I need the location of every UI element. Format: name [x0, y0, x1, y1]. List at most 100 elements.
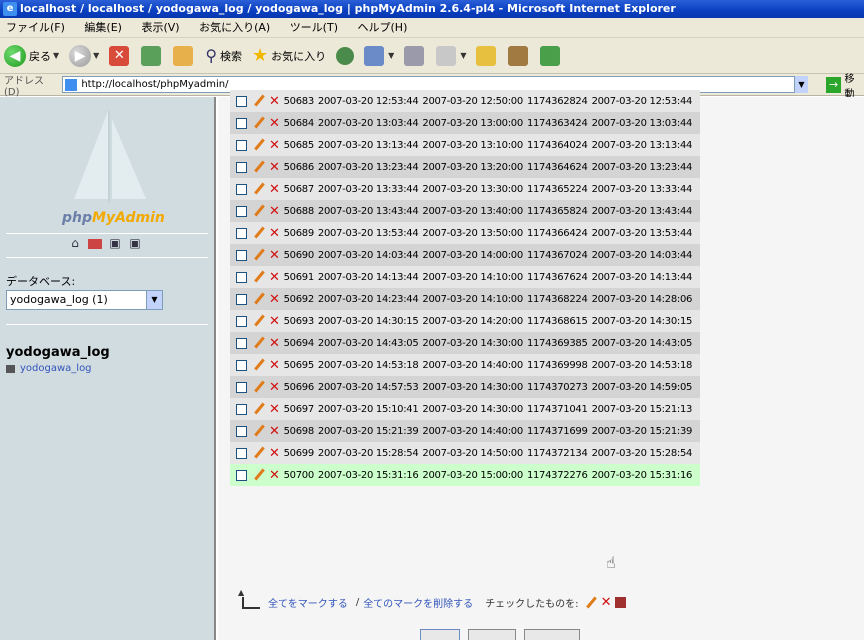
row-checkbox[interactable] [236, 271, 247, 283]
row-checkbox[interactable] [236, 469, 247, 481]
button[interactable] [524, 629, 580, 640]
menu-help[interactable]: ヘルプ(H) [358, 21, 408, 34]
menu-view[interactable]: 表示(V) [141, 21, 179, 34]
edit-pencil-icon[interactable] [253, 249, 265, 261]
uncheck-all-link[interactable]: 全てのマークを削除する [363, 595, 473, 610]
delete-icon[interactable]: ✕ [269, 116, 280, 131]
menu-favorites[interactable]: お気に入り(A) [199, 21, 270, 34]
table-row[interactable]: ✕ 50687 2007-03-20 13:33:44 2007-03-20 13:3… [230, 178, 701, 200]
history-button[interactable] [336, 46, 355, 65]
stop-button[interactable]: ✕ [109, 45, 131, 66]
button[interactable] [468, 629, 516, 640]
print-button[interactable] [404, 45, 426, 66]
menu-file[interactable]: ファイル(F) [6, 21, 65, 34]
edit-pencil-icon[interactable] [253, 403, 265, 415]
table-row[interactable]: ✕ 50684 2007-03-20 13:03:44 2007-03-20 13:0… [230, 112, 701, 134]
row-checkbox[interactable] [236, 337, 247, 349]
table-row[interactable]: ✕ 50685 2007-03-20 13:13:44 2007-03-20 13:1… [230, 134, 701, 156]
delete-icon[interactable]: ✕ [269, 468, 280, 483]
edit-button[interactable]: ▼ [436, 45, 466, 66]
edit-selected-icon[interactable] [585, 597, 597, 609]
delete-icon[interactable]: ✕ [269, 314, 280, 329]
delete-icon[interactable]: ✕ [269, 424, 280, 439]
search-button[interactable]: ⚲ 検索 [205, 46, 242, 65]
edit-pencil-icon[interactable] [253, 271, 265, 283]
table-row[interactable]: ✕ 50694 2007-03-20 14:43:05 2007-03-20 14:3… [230, 332, 701, 354]
table-row[interactable]: ✕ 50697 2007-03-20 15:10:41 2007-03-20 14:3… [230, 398, 701, 420]
edit-pencil-icon[interactable] [253, 425, 265, 437]
delete-icon[interactable]: ✕ [269, 292, 280, 307]
delete-icon[interactable]: ✕ [269, 270, 280, 285]
database-select[interactable]: yodogawa_log (1) ▼ [6, 290, 163, 310]
home-icon[interactable]: ⌂ [68, 237, 82, 250]
menu-tools[interactable]: ツール(T) [290, 21, 338, 34]
row-checkbox[interactable] [236, 183, 247, 195]
row-checkbox[interactable] [236, 447, 247, 459]
table-row[interactable]: ✕ 50696 2007-03-20 14:57:53 2007-03-20 14:3… [230, 376, 701, 398]
row-checkbox[interactable] [236, 425, 247, 437]
delete-icon[interactable]: ✕ [269, 182, 280, 197]
edit-pencil-icon[interactable] [253, 117, 265, 129]
delete-icon[interactable]: ✕ [269, 160, 280, 175]
delete-icon[interactable]: ✕ [269, 204, 280, 219]
database-name-link[interactable]: yodogawa_log [6, 345, 110, 360]
edit-pencil-icon[interactable] [253, 227, 265, 239]
favorites-button[interactable]: ★ お気に入り [252, 45, 326, 66]
edit-pencil-icon[interactable] [253, 337, 265, 349]
edit-pencil-icon[interactable] [253, 139, 265, 151]
folder-button[interactable] [476, 45, 498, 66]
row-checkbox[interactable] [236, 359, 247, 371]
edit-pencil-icon[interactable] [253, 381, 265, 393]
table-row[interactable]: ✕ 50700 2007-03-20 15:31:16 2007-03-20 15:0… [230, 464, 701, 486]
delete-icon[interactable]: ✕ [269, 248, 280, 263]
edit-pencil-icon[interactable] [253, 205, 265, 217]
research-button[interactable] [508, 45, 530, 66]
delete-icon[interactable]: ✕ [269, 380, 280, 395]
table-link[interactable]: yodogawa_log [6, 363, 92, 374]
row-checkbox[interactable] [236, 205, 247, 217]
edit-pencil-icon[interactable] [253, 469, 265, 481]
check-all-link[interactable]: 全てをマークする [268, 595, 348, 610]
docs-icon[interactable]: ▣ [108, 237, 122, 250]
delete-icon[interactable]: ✕ [269, 94, 280, 109]
edit-pencil-icon[interactable] [253, 161, 265, 173]
edit-pencil-icon[interactable] [253, 447, 265, 459]
row-checkbox[interactable] [236, 161, 247, 173]
table-row[interactable]: ✕ 50690 2007-03-20 14:03:44 2007-03-20 14:0… [230, 244, 701, 266]
row-checkbox[interactable] [236, 381, 247, 393]
phpmyadmin-logo[interactable]: phpMyAdmin [0, 97, 214, 237]
delete-icon[interactable]: ✕ [269, 138, 280, 153]
table-row[interactable]: ✕ 50689 2007-03-20 13:53:44 2007-03-20 13:5… [230, 222, 701, 244]
button[interactable] [420, 629, 460, 640]
table-row[interactable]: ✕ 50683 2007-03-20 12:53:44 2007-03-20 12:5… [230, 90, 701, 112]
refresh-button[interactable] [141, 45, 163, 66]
mail-button[interactable]: ▼ [364, 45, 394, 66]
edit-pencil-icon[interactable] [253, 183, 265, 195]
row-checkbox[interactable] [236, 403, 247, 415]
row-checkbox[interactable] [236, 249, 247, 261]
delete-icon[interactable]: ✕ [269, 226, 280, 241]
delete-icon[interactable]: ✕ [269, 336, 280, 351]
row-checkbox[interactable] [236, 293, 247, 305]
row-checkbox[interactable] [236, 227, 247, 239]
back-button[interactable]: ◀ 戻る ▼ [4, 44, 59, 67]
table-row[interactable]: ✕ 50691 2007-03-20 14:13:44 2007-03-20 14:1… [230, 266, 701, 288]
table-row[interactable]: ✕ 50699 2007-03-20 15:28:54 2007-03-20 14:5… [230, 442, 701, 464]
menu-edit[interactable]: 編集(E) [84, 21, 122, 34]
delete-icon[interactable]: ✕ [269, 402, 280, 417]
export-selected-icon[interactable] [615, 597, 627, 608]
edit-pencil-icon[interactable] [253, 293, 265, 305]
help-icon[interactable]: ▣ [128, 237, 142, 250]
delete-icon[interactable]: ✕ [269, 446, 280, 461]
table-row[interactable]: ✕ 50698 2007-03-20 15:21:39 2007-03-20 14:4… [230, 420, 701, 442]
messenger-button[interactable] [540, 45, 562, 66]
home-button[interactable] [173, 45, 195, 66]
table-row[interactable]: ✕ 50693 2007-03-20 14:30:15 2007-03-20 14:2… [230, 310, 701, 332]
go-button[interactable]: → 移動 [825, 70, 864, 100]
table-row[interactable]: ✕ 50688 2007-03-20 13:43:44 2007-03-20 13:4… [230, 200, 701, 222]
address-dropdown-icon[interactable]: ▼ [794, 76, 808, 93]
edit-pencil-icon[interactable] [253, 359, 265, 371]
delete-icon[interactable]: ✕ [269, 358, 280, 373]
table-row[interactable]: ✕ 50692 2007-03-20 14:23:44 2007-03-20 14:1… [230, 288, 701, 310]
table-row[interactable]: ✕ 50686 2007-03-20 13:23:44 2007-03-20 13:2… [230, 156, 701, 178]
